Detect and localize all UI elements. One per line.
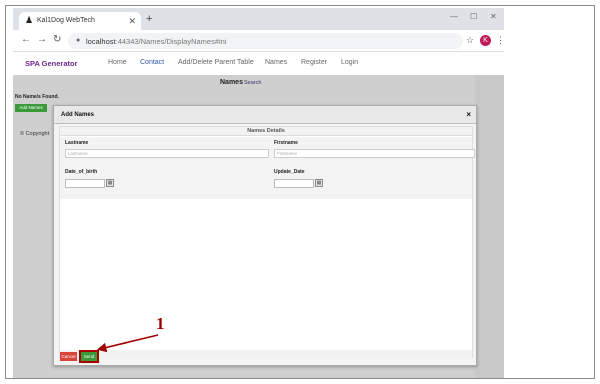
add-names-modal: Add Names × Names Details Lastname Lastn… xyxy=(53,105,477,366)
firstname-input[interactable]: Firstname xyxy=(274,149,475,158)
callout-number: 1 xyxy=(156,314,165,333)
nav-contact[interactable]: Contact xyxy=(140,59,164,66)
nav-register[interactable]: Register xyxy=(301,59,327,66)
tab-close-icon[interactable]: ✕ xyxy=(128,16,136,27)
section-heading: Names Details xyxy=(60,127,472,136)
new-tab-button[interactable]: + xyxy=(146,13,152,25)
back-arrow-icon[interactable]: ← xyxy=(21,35,31,45)
date-of-birth-label: Date_of_birth xyxy=(65,169,98,175)
firstname-label: Firstname xyxy=(274,140,298,146)
brand-link[interactable]: SPA Generator xyxy=(25,59,78,68)
modal-header: Add Names × xyxy=(54,106,476,124)
modal-title: Add Names xyxy=(61,112,95,118)
date-of-birth-input[interactable] xyxy=(65,179,105,188)
nav-home[interactable]: Home xyxy=(108,59,127,66)
minimize-button[interactable]: — xyxy=(450,12,458,21)
window-close-button[interactable]: ✕ xyxy=(490,12,497,21)
names-form: Lastname Lastname Firstname Firstname Da… xyxy=(60,137,475,199)
screenshot-frame: ♟ Kal1Dog WebTech ✕ + — ☐ ✕ ← → ↻ ● loca… xyxy=(5,5,595,379)
forward-arrow-icon[interactable]: → xyxy=(37,35,47,45)
modal-body: Names Details Lastname Lastname Firstnam… xyxy=(59,126,475,358)
calendar-icon[interactable]: ▦ xyxy=(315,179,323,187)
send-button[interactable]: Send xyxy=(81,352,97,361)
lastname-label: Lastname xyxy=(65,140,89,146)
nav-names[interactable]: Names xyxy=(265,59,287,66)
url-text: localhost:44343/Names/DisplayNames#ini xyxy=(86,37,227,46)
search-link[interactable]: Search xyxy=(244,80,261,86)
tab-bar: ♟ Kal1Dog WebTech ✕ + — ☐ ✕ xyxy=(13,8,504,30)
update-date-label: Update_Date xyxy=(274,169,305,175)
nav-add-delete-parent-table[interactable]: Add/Delete Parent Table xyxy=(178,59,254,66)
maximize-button[interactable]: ☐ xyxy=(470,12,477,21)
update-date-input[interactable] xyxy=(274,179,314,188)
profile-avatar[interactable]: K xyxy=(480,35,491,46)
browser-window: ♟ Kal1Dog WebTech ✕ + — ☐ ✕ ← → ↻ ● loca… xyxy=(13,8,504,378)
url-omnibox[interactable]: ● localhost:44343/Names/DisplayNames#ini xyxy=(68,33,463,49)
address-bar-row: ← → ↻ ● localhost:44343/Names/DisplayNam… xyxy=(13,30,504,52)
copyright-text: © Copyright xyxy=(20,131,50,137)
no-names-message: No Name/s Found. xyxy=(15,94,59,100)
browser-tab[interactable]: ♟ Kal1Dog WebTech ✕ xyxy=(19,12,141,30)
reload-icon[interactable]: ↻ xyxy=(53,35,61,45)
cancel-button[interactable]: Cancel xyxy=(60,352,77,361)
app-navbar: SPA Generator Home Contact Add/Delete Pa… xyxy=(13,52,504,75)
calendar-icon[interactable]: ▦ xyxy=(106,179,114,187)
tab-title: Kal1Dog WebTech xyxy=(37,17,95,24)
lock-icon: ● xyxy=(76,37,81,44)
modal-body-footer xyxy=(60,350,472,358)
bookmark-star-icon[interactable]: ☆ xyxy=(466,35,474,46)
lastname-input[interactable]: Lastname xyxy=(65,149,269,158)
dog-favicon-icon: ♟ xyxy=(25,15,34,25)
modal-close-icon[interactable]: × xyxy=(466,110,471,119)
add-names-button[interactable]: Add Names xyxy=(15,104,47,112)
nav-login[interactable]: Login xyxy=(341,59,358,66)
page-title: Names xyxy=(220,79,243,86)
menu-kebab-icon[interactable]: ⋮ xyxy=(496,35,504,46)
